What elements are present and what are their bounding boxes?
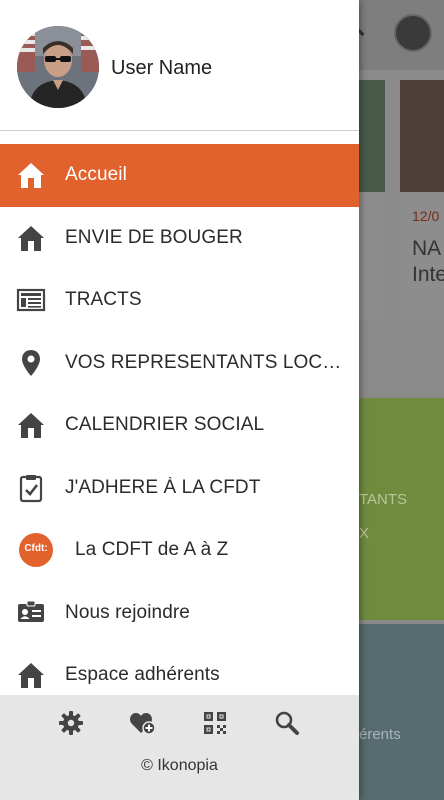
search-icon[interactable] bbox=[273, 709, 301, 737]
menu-item-accueil[interactable]: Accueil bbox=[0, 144, 359, 207]
news-card-image bbox=[400, 80, 444, 192]
footer-toolbar bbox=[0, 709, 359, 737]
news-card-title: NA Inte bbox=[412, 237, 444, 286]
location-pin-icon bbox=[16, 348, 46, 378]
id-card-icon bbox=[16, 598, 46, 628]
avatar[interactable] bbox=[17, 26, 99, 108]
drawer-menu: Accueil ENVIE DE BOUGER TRACTS VOS REPRE… bbox=[0, 144, 359, 707]
home-icon bbox=[16, 660, 46, 690]
menu-item-j-adhere[interactable]: J'ADHERE À LA CFDT bbox=[0, 457, 359, 520]
clipboard-check-icon bbox=[16, 473, 46, 503]
menu-item-tracts[interactable]: TRACTS bbox=[0, 269, 359, 332]
representants-tile-label: TANTS bbox=[359, 491, 408, 508]
cfdt-logo-icon: Cfdt: bbox=[18, 532, 54, 568]
menu-item-label: La CDFT de A à Z bbox=[75, 539, 229, 561]
heart-plus-icon[interactable] bbox=[129, 709, 157, 737]
newspaper-icon bbox=[16, 285, 46, 315]
adherents-tile-label: érents bbox=[359, 726, 401, 743]
representants-tile[interactable] bbox=[359, 398, 444, 620]
menu-item-label: TRACTS bbox=[65, 289, 142, 311]
menu-item-label: Nous rejoindre bbox=[65, 601, 190, 623]
copyright-text: © Ikonopia bbox=[141, 757, 218, 774]
user-name: User Name bbox=[111, 57, 213, 79]
menu-item-cfdt-a-z[interactable]: Cfdt: La CDFT de A à Z bbox=[0, 519, 359, 582]
menu-item-label: Accueil bbox=[65, 164, 127, 186]
qr-code-icon[interactable] bbox=[201, 709, 229, 737]
menu-item-label: CALENDRIER SOCIAL bbox=[65, 414, 265, 436]
menu-item-vos-representants[interactable]: VOS REPRESENTANTS LOCAUX bbox=[0, 332, 359, 395]
menu-item-label: ENVIE DE BOUGER bbox=[65, 226, 243, 248]
profile-header[interactable]: User Name bbox=[0, 0, 359, 131]
news-card-image bbox=[359, 80, 385, 192]
app-bar-avatar[interactable] bbox=[394, 14, 432, 52]
adherents-tile[interactable] bbox=[359, 624, 444, 800]
news-card-date: 12/0 bbox=[412, 208, 440, 224]
navigation-drawer: User Name Accueil ENVIE DE BOUGER TRACTS… bbox=[0, 0, 359, 800]
menu-item-label: J'ADHERE À LA CFDT bbox=[65, 476, 261, 498]
home-icon bbox=[16, 160, 46, 190]
representants-tile-sub: X bbox=[359, 525, 370, 542]
home-icon bbox=[16, 223, 46, 253]
menu-item-nous-rejoindre[interactable]: Nous rejoindre bbox=[0, 582, 359, 645]
home-icon bbox=[16, 410, 46, 440]
drawer-footer: © Ikonopia bbox=[0, 695, 359, 800]
menu-item-envie-de-bouger[interactable]: ENVIE DE BOUGER bbox=[0, 207, 359, 270]
menu-item-calendrier-social[interactable]: CALENDRIER SOCIAL bbox=[0, 394, 359, 457]
menu-item-label: VOS REPRESENTANTS LOCAUX bbox=[65, 351, 347, 373]
gear-icon[interactable] bbox=[57, 709, 85, 737]
menu-item-label: Espace adhérents bbox=[65, 664, 220, 686]
